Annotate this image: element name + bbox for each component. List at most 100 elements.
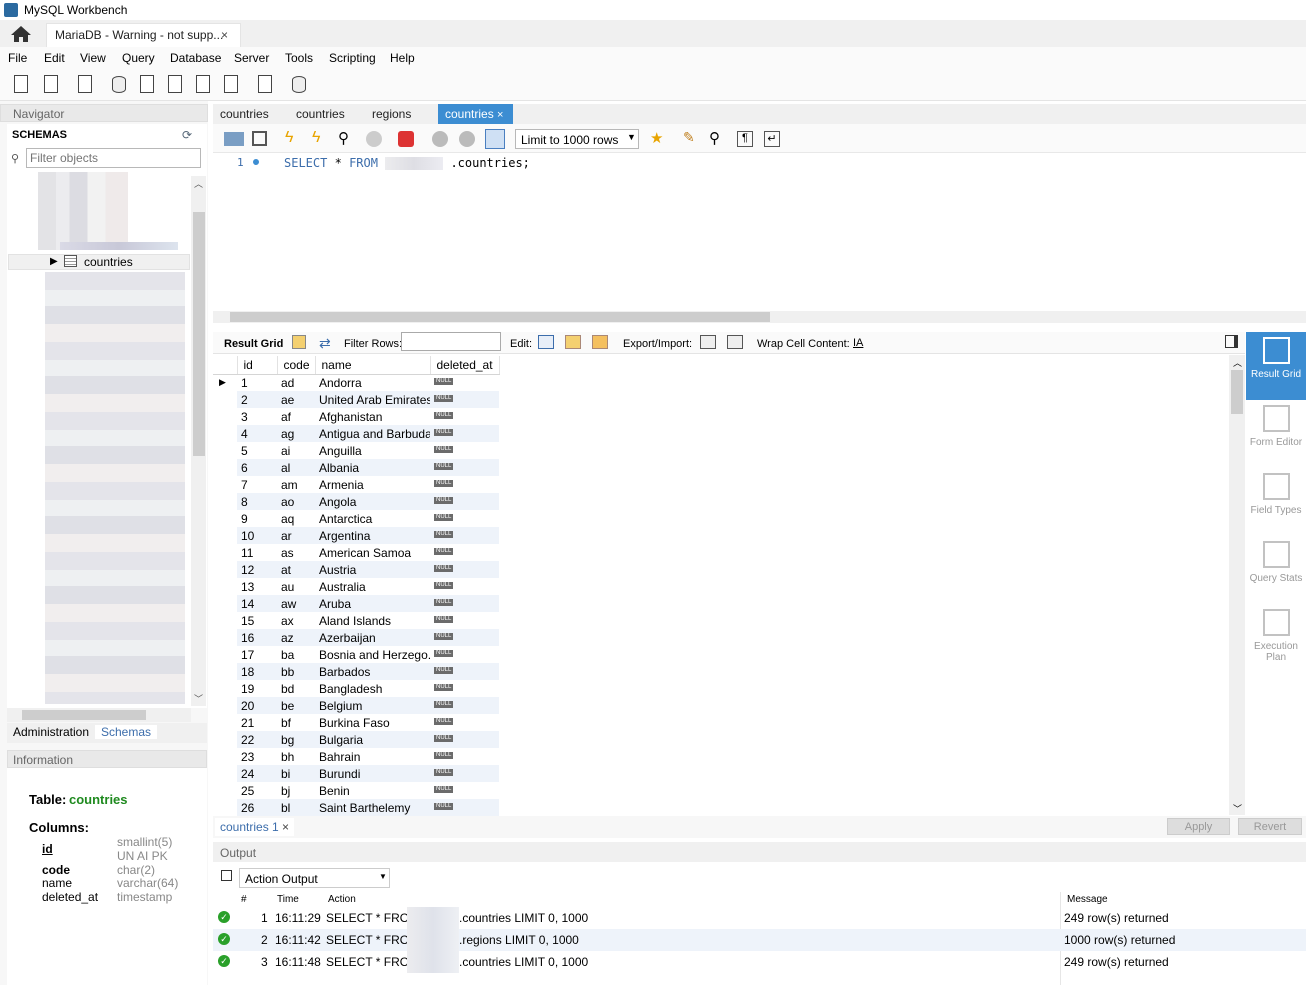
table-row[interactable]: 10 ar Argentina NULL xyxy=(213,527,499,544)
row-marker[interactable] xyxy=(213,782,237,799)
cell-id[interactable]: 19 xyxy=(237,680,277,697)
cell-deleted-at[interactable]: NULL xyxy=(430,714,499,731)
open-file-icon[interactable] xyxy=(224,132,244,146)
cell-code[interactable]: ai xyxy=(277,442,315,459)
row-marker[interactable] xyxy=(213,459,237,476)
create-function-icon[interactable] xyxy=(220,74,242,96)
cell-id[interactable]: 12 xyxy=(237,561,277,578)
cell-name[interactable]: American Samoa xyxy=(315,544,430,561)
cell-deleted-at[interactable]: NULL xyxy=(430,595,499,612)
panel-toggle-icon[interactable] xyxy=(1225,335,1238,348)
cell-name[interactable]: Bulgaria xyxy=(315,731,430,748)
cell-code[interactable]: ar xyxy=(277,527,315,544)
cell-deleted-at[interactable]: NULL xyxy=(430,425,499,442)
table-row[interactable]: 15 ax Aland Islands NULL xyxy=(213,612,499,629)
cell-id[interactable]: 7 xyxy=(237,476,277,493)
tab-regions[interactable]: regions xyxy=(365,104,418,124)
table-row[interactable]: 17 ba Bosnia and Herzego... NULL xyxy=(213,646,499,663)
table-row[interactable]: 11 as American Samoa NULL xyxy=(213,544,499,561)
home-icon[interactable] xyxy=(10,25,32,43)
cell-id[interactable]: 4 xyxy=(237,425,277,442)
cell-id[interactable]: 23 xyxy=(237,748,277,765)
cell-code[interactable]: ao xyxy=(277,493,315,510)
beautify-icon[interactable]: ✎ xyxy=(683,129,703,149)
cell-code[interactable]: ag xyxy=(277,425,315,442)
search-table-data-icon[interactable] xyxy=(254,74,276,96)
cell-code[interactable]: aw xyxy=(277,595,315,612)
edit-row-icon[interactable] xyxy=(538,335,554,349)
grid-toggle-icon[interactable] xyxy=(292,335,306,349)
menu-query[interactable]: Query xyxy=(122,51,155,65)
cell-deleted-at[interactable]: NULL xyxy=(430,646,499,663)
cell-id[interactable]: 25 xyxy=(237,782,277,799)
wrap-cell-icon[interactable]: IA xyxy=(853,337,863,349)
cell-id[interactable]: 13 xyxy=(237,578,277,595)
cell-name[interactable]: Burundi xyxy=(315,765,430,782)
cell-code[interactable]: bb xyxy=(277,663,315,680)
row-marker[interactable] xyxy=(213,697,237,714)
tab-countries-1[interactable]: countries xyxy=(213,104,276,124)
query-stats-button[interactable]: Query Stats xyxy=(1246,536,1306,604)
error-toggle-icon[interactable] xyxy=(398,131,414,147)
cell-id[interactable]: 2 xyxy=(237,391,277,408)
column-header-code[interactable]: code xyxy=(277,356,316,375)
cell-name[interactable]: Anguilla xyxy=(315,442,430,459)
menu-help[interactable]: Help xyxy=(390,51,415,65)
cell-id[interactable]: 10 xyxy=(237,527,277,544)
refresh-icon[interactable]: ⇄ xyxy=(319,335,331,352)
create-table-icon[interactable] xyxy=(136,74,158,96)
cell-name[interactable]: Angola xyxy=(315,493,430,510)
row-marker[interactable] xyxy=(213,629,237,646)
execute-icon[interactable]: ϟ xyxy=(285,129,305,149)
create-procedure-icon[interactable] xyxy=(192,74,214,96)
cell-code[interactable]: be xyxy=(277,697,315,714)
cell-name[interactable]: Burkina Faso xyxy=(315,714,430,731)
create-schema-icon[interactable] xyxy=(108,74,130,96)
cell-code[interactable]: aq xyxy=(277,510,315,527)
row-marker[interactable] xyxy=(213,578,237,595)
cell-code[interactable]: bg xyxy=(277,731,315,748)
cell-name[interactable]: Bahrain xyxy=(315,748,430,765)
cell-id[interactable]: 18 xyxy=(237,663,277,680)
scroll-down-icon[interactable]: ﹀ xyxy=(194,692,203,705)
cell-name[interactable]: Bosnia and Herzego... xyxy=(315,646,430,663)
cell-deleted-at[interactable]: NULL xyxy=(430,629,499,646)
cell-deleted-at[interactable]: NULL xyxy=(430,697,499,714)
menu-scripting[interactable]: Scripting xyxy=(329,51,376,65)
row-marker[interactable] xyxy=(213,561,237,578)
cell-id[interactable]: 5 xyxy=(237,442,277,459)
close-icon[interactable]: × xyxy=(221,28,228,42)
tab-schemas[interactable]: Schemas xyxy=(95,725,158,739)
output-row[interactable]: ✓ 3 16:11:48 SELECT * FROM .countries LIMIT … xyxy=(213,951,1306,973)
cell-code[interactable]: bj xyxy=(277,782,315,799)
open-sql-script-icon[interactable] xyxy=(40,74,62,96)
cell-name[interactable]: Barbados xyxy=(315,663,430,680)
wrap-lines-icon[interactable]: ↵ xyxy=(764,131,780,147)
copy-icon[interactable] xyxy=(221,870,232,881)
cell-deleted-at[interactable]: NULL xyxy=(430,510,499,527)
add-snippet-icon[interactable]: ★ xyxy=(650,129,670,149)
menu-file[interactable]: File xyxy=(8,51,27,65)
expand-arrow-icon[interactable]: ▶ xyxy=(50,256,58,267)
cell-id[interactable]: 1 xyxy=(237,374,277,391)
cell-name[interactable]: Antigua and Barbuda xyxy=(315,425,430,442)
table-row[interactable]: 8 ao Angola NULL xyxy=(213,493,499,510)
table-row[interactable]: 16 az Azerbaijan NULL xyxy=(213,629,499,646)
cell-deleted-at[interactable]: NULL xyxy=(430,374,499,391)
cell-code[interactable]: au xyxy=(277,578,315,595)
column-header-deleted-at[interactable]: deleted_at xyxy=(430,356,500,375)
cell-name[interactable]: Azerbaijan xyxy=(315,629,430,646)
cell-name[interactable]: United Arab Emirates xyxy=(315,391,430,408)
cell-code[interactable]: ax xyxy=(277,612,315,629)
table-row[interactable]: 24 bi Burundi NULL xyxy=(213,765,499,782)
stop-icon[interactable] xyxy=(366,131,382,147)
rollback-icon[interactable] xyxy=(459,131,475,147)
row-marker[interactable] xyxy=(213,799,237,816)
table-row[interactable]: 25 bj Benin NULL xyxy=(213,782,499,799)
menu-server[interactable]: Server xyxy=(234,51,269,65)
row-marker[interactable] xyxy=(213,408,237,425)
cell-deleted-at[interactable]: NULL xyxy=(430,391,499,408)
table-row[interactable]: 23 bh Bahrain NULL xyxy=(213,748,499,765)
row-marker[interactable] xyxy=(213,714,237,731)
filter-objects-input[interactable] xyxy=(26,148,201,168)
